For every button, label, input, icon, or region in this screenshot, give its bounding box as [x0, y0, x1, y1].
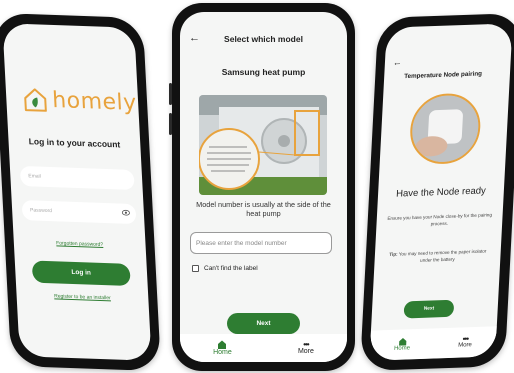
- bottom-nav: Home ••• More: [369, 326, 497, 361]
- next-button[interactable]: Next: [403, 299, 455, 319]
- nav-more[interactable]: ••• More: [297, 340, 314, 355]
- checkbox[interactable]: [192, 265, 199, 272]
- phone-model: ← Select which model Samsung heat pump M…: [169, 3, 355, 371]
- cant-find-label-row[interactable]: Can't find the label: [192, 265, 258, 272]
- register-link[interactable]: Register to be an installer: [16, 292, 148, 303]
- model-input-placeholder: Please enter the model number: [196, 240, 287, 247]
- nav-home[interactable]: Home: [394, 337, 411, 352]
- email-placeholder: Email: [28, 173, 41, 180]
- heat-pump-image: [199, 95, 327, 195]
- photo-caption: Model number is usually at the side of t…: [196, 200, 331, 218]
- email-field[interactable]: Email: [19, 165, 135, 191]
- subtitle: Samsung heat pump: [221, 67, 306, 77]
- nav-home-label: Home: [393, 345, 411, 352]
- heat-pump-photo: [199, 95, 327, 195]
- tip-label: Tip:: [389, 251, 398, 257]
- forgot-password-link[interactable]: Forgotten password?: [14, 239, 146, 250]
- node-ready-heading: Have the Node ready: [395, 185, 487, 200]
- header-title: Select which model: [224, 34, 303, 44]
- phone-node-pairing: ← Temperature Node pairing Have the Node…: [359, 12, 514, 372]
- nav-more[interactable]: ••• More: [457, 334, 472, 349]
- node-instruction: Ensure you have your Node close-by for t…: [387, 212, 493, 226]
- home-icon: [218, 340, 227, 349]
- volume-button: [169, 113, 172, 135]
- login-title: Log in to your account: [28, 136, 121, 150]
- node-screen: ← Temperature Node pairing Have the Node…: [369, 23, 513, 361]
- volume-button: [169, 83, 172, 105]
- model-screen: ← Select which model Samsung heat pump M…: [180, 12, 347, 362]
- password-field[interactable]: Password: [21, 200, 137, 225]
- tip-text: Tip: You may need to remove the paper is…: [384, 248, 491, 265]
- homely-logo: homely: [22, 86, 138, 116]
- login-button[interactable]: Log in: [31, 260, 131, 287]
- nav-more-label: More: [297, 347, 314, 355]
- logo-text: homely: [51, 87, 138, 116]
- tip-body: You may need to remove the paper isolato…: [397, 248, 487, 263]
- back-arrow-icon[interactable]: ←: [393, 57, 403, 67]
- model-number-input[interactable]: Please enter the model number: [190, 232, 332, 254]
- node-photo: [408, 92, 483, 166]
- next-button[interactable]: Next: [227, 313, 300, 334]
- bottom-nav: Home ••• More: [180, 334, 347, 362]
- node-image: [410, 94, 480, 164]
- house-leaf-icon: [24, 88, 47, 112]
- login-screen: homely Log in to your account Email Pass…: [2, 23, 152, 361]
- nav-home-label: Home: [213, 349, 232, 356]
- checkbox-label: Can't find the label: [204, 265, 258, 272]
- eye-icon[interactable]: [121, 209, 130, 216]
- password-placeholder: Password: [29, 207, 53, 215]
- nav-home[interactable]: Home: [213, 340, 232, 356]
- phone-login: homely Log in to your account Email Pass…: [0, 12, 162, 372]
- header-title: Temperature Node pairing: [403, 70, 483, 81]
- nav-more-label: More: [457, 342, 472, 349]
